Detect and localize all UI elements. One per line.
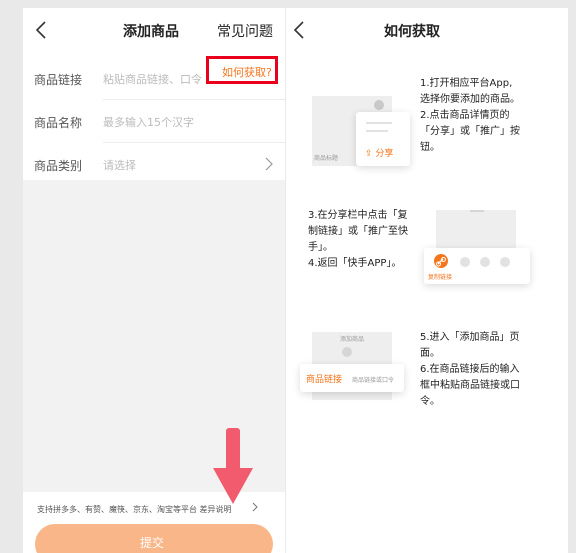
row-divider: [103, 142, 285, 143]
down-arrow-icon: [213, 428, 253, 504]
how-to-get-label: 如何获取?: [222, 66, 272, 79]
chevron-left-icon: [35, 21, 46, 39]
submit-label: 提交: [140, 536, 165, 550]
step-text: 手」。: [308, 242, 333, 253]
step-text: 4.返回「快手APP」。: [308, 258, 402, 269]
nav-bar: 添加商品 常见问题: [23, 8, 285, 52]
product-name-label: 商品名称: [34, 116, 83, 130]
step-text: 框中粘贴商品链接或口: [420, 380, 520, 391]
product-link-field-mock: 商品链接 商品链接或口令: [300, 364, 404, 392]
step-text: 6.在商品链接后的输入: [420, 364, 520, 375]
step-text: 面。: [420, 348, 440, 359]
how-to-get-button[interactable]: 如何获取?: [206, 56, 278, 84]
step-text: 制链接」或「推广至快: [308, 226, 408, 237]
copy-link-label: 复制链接: [428, 274, 453, 281]
link-icon: [434, 254, 448, 268]
product-link-label: 商品链接: [34, 73, 83, 87]
page-title: 添加商品: [123, 24, 179, 40]
share-popup-mock: ⇪ 分享: [356, 112, 410, 166]
chevron-right-icon: [252, 502, 258, 512]
step-text: 3.在分享栏中点击「复: [308, 210, 408, 221]
share-label: ⇪ 分享: [365, 149, 394, 159]
product-category-select[interactable]: 请选择: [103, 157, 136, 173]
product-name-row: 商品名称 最多输入15个汉字: [23, 103, 285, 143]
row-divider: [103, 99, 285, 100]
product-category-label: 商品类别: [34, 159, 83, 173]
share-bar-mock: 复制链接: [424, 248, 530, 284]
step-text: 5.进入「添加商品」页: [420, 332, 520, 343]
supported-platforms-text[interactable]: 支持拼多多、有赞、魔筷、京东、淘宝等平台 差异说明: [37, 504, 232, 515]
step-text: 1.打开相应平台App,: [420, 78, 513, 89]
product-link-label: 商品链接: [306, 375, 343, 385]
product-name-input[interactable]: 最多输入15个汉字: [103, 114, 194, 130]
avatar: [374, 100, 384, 110]
step-text: 选择你要添加的商品。: [420, 94, 520, 105]
steps-1-2: 1.打开相应平台App, 选择你要添加的商品。 2.点击商品详情页的 「分享」或…: [420, 76, 520, 156]
steps-5-6: 5.进入「添加商品」页 面。 6.在商品链接后的输入 框中粘贴商品链接或口 令。: [420, 330, 520, 410]
back-button[interactable]: [290, 18, 310, 42]
product-title-label: 商品标题: [314, 155, 339, 162]
add-product-small-label: 添加商品: [340, 336, 365, 343]
screenshot-stage: 添加商品 常见问题 商品链接 粘贴商品链接、口令 如何获取? 商品名称 最多输入…: [0, 0, 576, 553]
steps-3-4: 3.在分享栏中点击「复 制链接」或「推广至快 手」。 4.返回「快手APP」。: [308, 208, 408, 272]
chevron-right-icon: [265, 157, 273, 171]
add-product-page: 添加商品 常见问题 商品链接 粘贴商品链接、口令 如何获取? 商品名称 最多输入…: [23, 8, 285, 553]
step-text: 令。: [420, 396, 440, 407]
paste-placeholder: 商品链接或口令: [352, 377, 395, 384]
share-panel-mock: [436, 210, 516, 252]
faq-link[interactable]: 常见问题: [217, 21, 273, 41]
step-text: 钮。: [420, 142, 440, 153]
submit-button[interactable]: 提交: [35, 524, 273, 553]
chevron-left-icon: [293, 21, 304, 39]
how-to-get-page: 如何获取 商品标题 ⇪ 分享 1.打开相应平台App, 选择你要添加的商品。 2…: [286, 8, 568, 553]
page-title: 如何获取: [384, 24, 440, 40]
product-link-input[interactable]: 粘贴商品链接、口令: [103, 71, 203, 87]
step-text: 2.点击商品详情页的: [420, 110, 510, 121]
back-button[interactable]: [31, 18, 53, 42]
step-text: 「分享」或「推广」按: [420, 126, 520, 137]
